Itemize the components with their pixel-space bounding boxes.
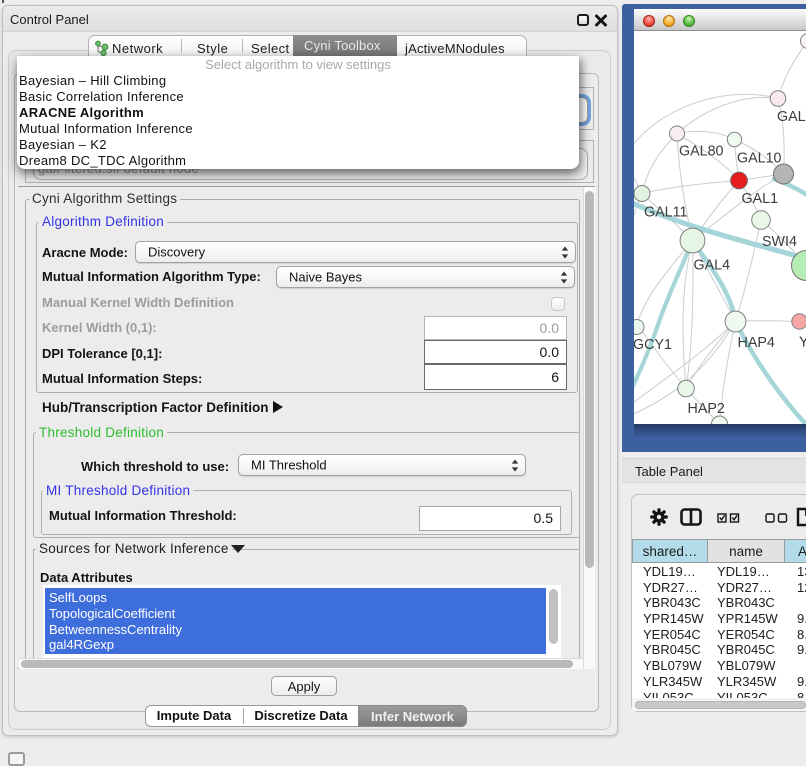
svg-text:HAP2: HAP2 — [688, 401, 725, 417]
svg-text:GAL80: GAL80 — [679, 144, 724, 160]
svg-text:GAL7: GAL7 — [777, 109, 806, 125]
svg-text:HAP4: HAP4 — [738, 335, 775, 351]
svg-text:GAL10: GAL10 — [737, 151, 782, 167]
svg-text:GCY1: GCY1 — [634, 337, 672, 353]
svg-text:GAL11: GAL11 — [644, 205, 687, 221]
svg-text:SWI4: SWI4 — [762, 234, 797, 250]
svg-text:GAL1: GAL1 — [742, 191, 779, 207]
svg-text:YM: YM — [799, 335, 806, 351]
svg-text:GAL4: GAL4 — [694, 258, 731, 274]
